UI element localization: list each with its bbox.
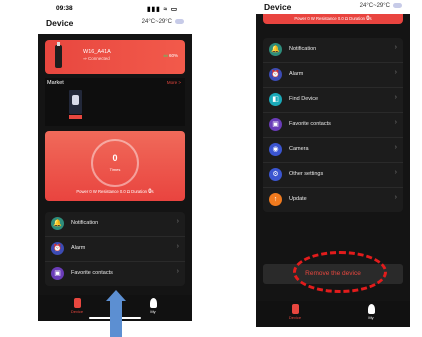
usage-count: 0 <box>112 153 118 163</box>
usage-ring: 0 Times <box>91 139 139 187</box>
device-screen-scrolled: Power 0 W Resistance 0.0 Ω Duration 0s 🔔… <box>256 14 410 307</box>
alarm-clock-icon: ⏰ <box>51 242 64 255</box>
nav-device[interactable]: Device <box>62 298 92 314</box>
chevron-right-icon: › <box>394 44 397 51</box>
alarm-clock-icon: ⏰ <box>269 68 282 81</box>
nav-my[interactable]: My <box>356 304 386 320</box>
chevron-right-icon: › <box>176 218 179 225</box>
camera-icon: ◉ <box>269 143 282 156</box>
weather-readout: 24°C~29°C <box>142 19 184 25</box>
device-card[interactable]: W16_A41A ⇒ Connected ▭ 60% <box>45 40 185 74</box>
nav-my[interactable]: My <box>138 298 168 314</box>
weather-text: 24°C~29°C <box>359 3 390 10</box>
battery-icon: ▭ <box>163 53 168 58</box>
menu-item-label: Favorite contacts <box>71 270 113 276</box>
profile-icon <box>367 304 375 314</box>
chevron-right-icon: › <box>176 243 179 250</box>
device-name: W16_A41A <box>83 49 111 55</box>
chevron-right-icon: › <box>176 268 179 275</box>
menu-item-label: Alarm <box>289 71 304 77</box>
device-icon <box>73 298 81 308</box>
market-label: Market <box>47 80 64 86</box>
menu-item-label: Other settings <box>289 171 324 177</box>
battery-text: 60% <box>168 53 178 58</box>
status-icons: ▮▮▮ ≈ ▭ <box>146 6 178 13</box>
menu-item-label: Find Device <box>289 96 319 102</box>
profile-icon <box>149 298 157 308</box>
page-title: Device <box>46 18 74 28</box>
chevron-right-icon: › <box>394 94 397 101</box>
cloud-icon <box>175 19 184 24</box>
stats-summary-text: Power 0 W Resistance 0.0 Ω Duration <box>76 189 148 194</box>
settings-menu: 🔔 Notification › ⏰ Alarm › ▣ Favorite contacts › <box>45 212 185 286</box>
contacts-icon: ▣ <box>269 118 282 131</box>
bell-icon: 🔔 <box>269 43 282 56</box>
market-section: Market More > <box>45 78 185 126</box>
market-product-thumbnail[interactable] <box>69 90 82 114</box>
bottom-nav: Device My <box>256 301 410 327</box>
stats-card-remnant: Power 0 W Resistance 0.0 Ω Duration 0s <box>263 14 403 24</box>
nav-my-label: My <box>150 309 156 314</box>
device-image <box>55 42 62 68</box>
nav-my-label: My <box>368 315 374 320</box>
update-arrow-icon: ↑ <box>269 193 282 206</box>
chevron-right-icon: › <box>394 194 397 201</box>
menu-item-label: Notification <box>71 220 99 226</box>
connection-status: ⇒ Connected <box>83 56 110 61</box>
menu-item-label: Update <box>289 196 307 202</box>
scroll-up-arrow-annotation <box>106 290 126 337</box>
weather-readout: 24°C~29°C <box>360 3 402 9</box>
menu-item-favorite-contacts[interactable]: ▣ Favorite contacts › <box>263 113 403 138</box>
contacts-icon: ▣ <box>51 267 64 280</box>
find-device-icon: ◧ <box>269 93 282 106</box>
gear-icon: ⚙ <box>269 168 282 181</box>
nav-device-label: Device <box>288 315 302 320</box>
highlight-annotation-oval <box>293 251 387 293</box>
battery-level: ▭ 60% <box>163 53 178 59</box>
device-icon <box>291 304 299 314</box>
chevron-right-icon: › <box>394 69 397 76</box>
stats-summary-text: Power 0 W Resistance 0.0 Ω Duration <box>294 16 366 21</box>
duration-unit: s <box>151 189 154 194</box>
menu-item-label: Notification <box>289 46 317 52</box>
menu-item-alarm[interactable]: ⏰ Alarm › <box>45 237 185 262</box>
menu-item-notification[interactable]: 🔔 Notification › <box>263 38 403 63</box>
right-phone-screen: Device 24°C~29°C Power 0 W Resistance 0.… <box>256 0 410 327</box>
chevron-right-icon: › <box>394 169 397 176</box>
settings-menu: 🔔 Notification › ⏰ Alarm › ◧ Find Device › ▣ Favor… <box>263 38 403 212</box>
market-more-link[interactable]: More > <box>167 80 181 85</box>
duration-unit: s <box>369 16 372 21</box>
arrow-shaft <box>110 300 122 337</box>
left-phone-screen: 09:38 ▮▮▮ ≈ ▭ Device 24°C~29°C W16_A41A … <box>38 0 192 327</box>
nav-device-label: Device <box>70 309 84 314</box>
menu-item-update[interactable]: ↑ Update › <box>263 188 403 212</box>
stats-summary: Power 0 W Resistance 0.0 Ω Duration 0s <box>263 16 403 22</box>
app-header: Device 24°C~29°C <box>38 16 192 34</box>
menu-item-label: Alarm <box>71 245 86 251</box>
product-tag <box>69 115 82 119</box>
menu-item-favorite-contacts[interactable]: ▣ Favorite contacts › <box>45 262 185 286</box>
status-time: 09:38 <box>56 5 73 12</box>
chevron-right-icon: › <box>394 119 397 126</box>
bell-icon: 🔔 <box>51 217 64 230</box>
menu-item-notification[interactable]: 🔔 Notification › <box>45 212 185 237</box>
menu-item-label: Camera <box>289 146 309 152</box>
chevron-right-icon: › <box>394 144 397 151</box>
menu-item-other-settings[interactable]: ⚙ Other settings › <box>263 163 403 188</box>
weather-text: 24°C~29°C <box>141 19 172 26</box>
page-title: Device <box>264 2 292 12</box>
connection-status-text: Connected <box>88 56 110 61</box>
menu-item-alarm[interactable]: ⏰ Alarm › <box>263 63 403 88</box>
status-bar: 09:38 ▮▮▮ ≈ ▭ <box>38 3 192 15</box>
usage-unit: Times <box>109 167 121 172</box>
menu-item-camera[interactable]: ◉ Camera › <box>263 138 403 163</box>
cloud-icon <box>393 3 402 8</box>
stats-summary: Power 0 W Resistance 0.0 Ω Duration 0s <box>45 189 185 195</box>
usage-stats-card: 0 Times Power 0 W Resistance 0.0 Ω Durat… <box>45 131 185 201</box>
menu-item-find-device[interactable]: ◧ Find Device › <box>263 88 403 113</box>
nav-device[interactable]: Device <box>280 304 310 320</box>
device-screen: W16_A41A ⇒ Connected ▭ 60% Market More >… <box>38 34 192 301</box>
menu-item-label: Favorite contacts <box>289 121 331 127</box>
